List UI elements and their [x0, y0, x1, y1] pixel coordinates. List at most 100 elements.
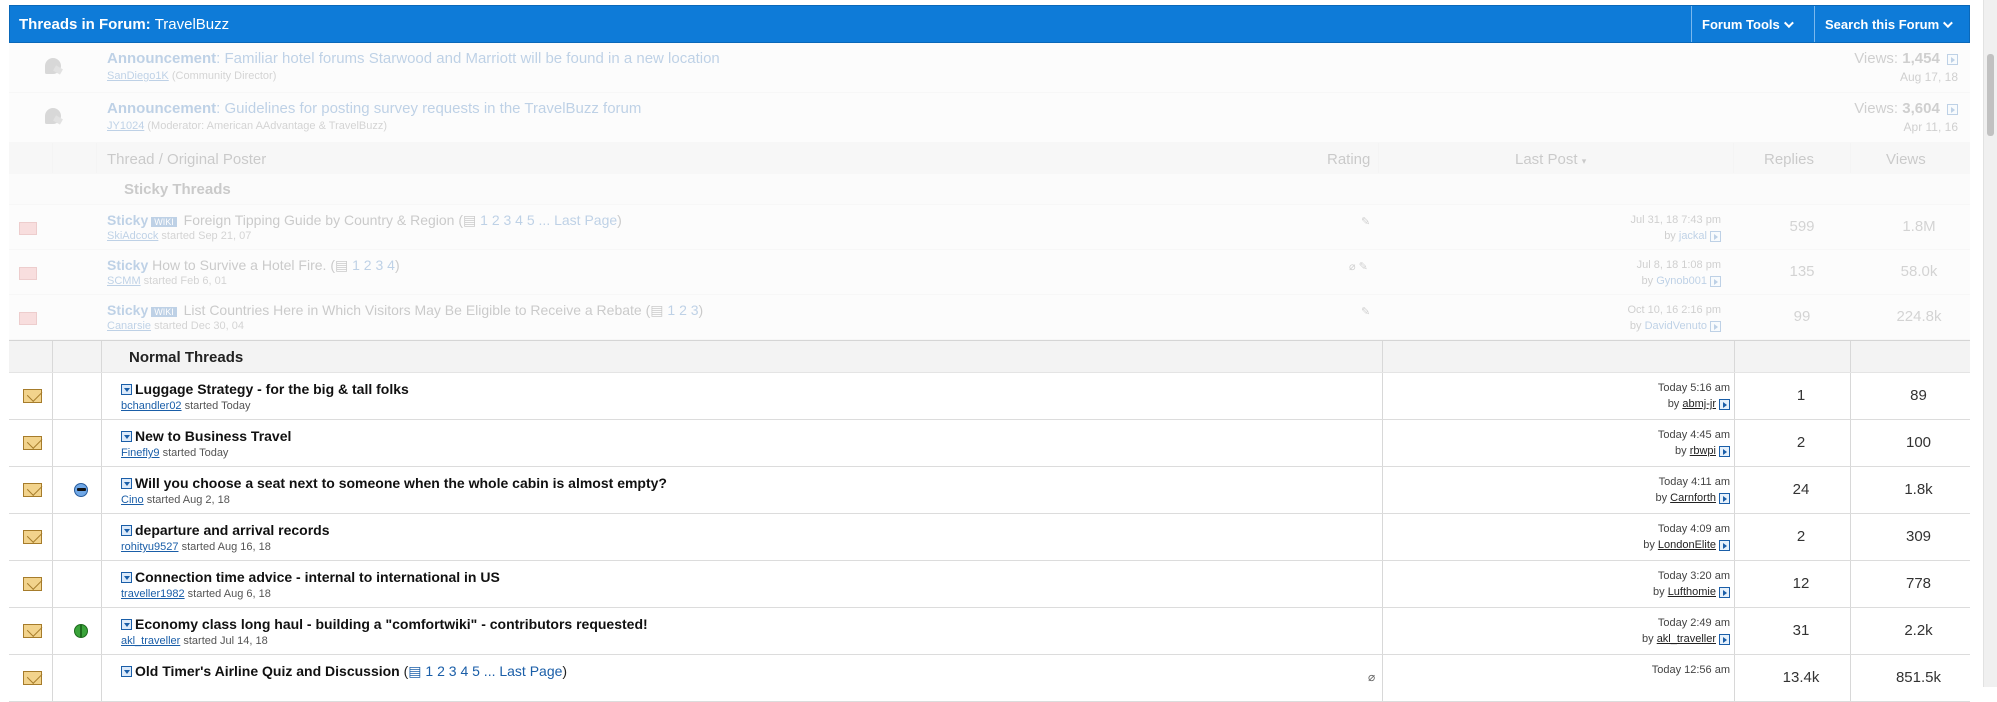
- announcement-title[interactable]: Announcement: Guidelines for posting sur…: [107, 100, 641, 117]
- last-post-author-link[interactable]: Lufthomie: [1668, 586, 1716, 598]
- last-post-author-link[interactable]: LondonElite: [1658, 539, 1716, 551]
- announcement-title[interactable]: Announcement: Familiar hotel forums Star…: [107, 50, 720, 67]
- search-forum-label: Search this Forum: [1825, 16, 1940, 32]
- forum-tools-button[interactable]: Forum Tools: [1691, 6, 1814, 42]
- go-to-first-unread-icon[interactable]: [121, 478, 132, 489]
- go-to-first-unread-icon[interactable]: [121, 384, 132, 395]
- thread-title-link[interactable]: List Countries Here in Which Visitors Ma…: [184, 302, 642, 318]
- go-to-last-post-icon[interactable]: [1719, 445, 1730, 457]
- announcement-views: Views: 3,604: [1854, 100, 1958, 117]
- replies-count[interactable]: 2: [1744, 528, 1858, 545]
- thread-author-link[interactable]: traveller1982: [121, 588, 185, 600]
- sticky-thread-title[interactable]: Sticky WIKI List Countries Here in Which …: [107, 302, 703, 319]
- go-to-last-post-icon[interactable]: [1710, 275, 1721, 287]
- column-last-post[interactable]: Last Post ▾: [1515, 151, 1586, 168]
- thread-title-link[interactable]: Luggage Strategy - for the big & tall fo…: [135, 381, 409, 397]
- announcement-label: Announcement: [107, 50, 217, 67]
- go-to-first-unread-icon[interactable]: [121, 666, 132, 677]
- go-to-announcement-icon[interactable]: [1947, 103, 1958, 115]
- last-post-author-link[interactable]: abmj-jr: [1682, 398, 1716, 410]
- go-to-announcement-icon[interactable]: [1947, 53, 1958, 65]
- thread-title-link[interactable]: departure and arrival records: [135, 522, 330, 538]
- go-to-first-unread-icon[interactable]: [121, 619, 132, 630]
- go-to-first-unread-icon[interactable]: [121, 431, 132, 442]
- thread-author-link[interactable]: SkiAdcock: [107, 230, 158, 242]
- column-replies[interactable]: Replies: [1764, 151, 1814, 168]
- thread-author-link[interactable]: Finefly9: [121, 447, 160, 459]
- sticky-thread-title[interactable]: Sticky How to Survive a Hotel Fire. (▤ 1…: [107, 257, 400, 274]
- announcement-row[interactable]: Announcement: Guidelines for posting sur…: [9, 93, 1970, 143]
- thread-title[interactable]: departure and arrival records: [121, 522, 330, 538]
- column-views[interactable]: Views: [1886, 151, 1926, 168]
- page-links[interactable]: 1 2 3 4 5 ... Last Page: [480, 212, 617, 228]
- thread-author-link[interactable]: bchandler02: [121, 400, 182, 412]
- thread-author-link[interactable]: Canarsie: [107, 320, 151, 332]
- sticky-thread-row[interactable]: Sticky WIKI Foreign Tipping Guide by Coun…: [9, 205, 1970, 250]
- last-post-author-link[interactable]: DavidVenuto: [1645, 320, 1707, 332]
- thread-author-link[interactable]: akl_traveller: [121, 635, 180, 647]
- thread-title-link[interactable]: Old Timer's Airline Quiz and Discussion: [135, 663, 400, 679]
- announcement-author-link[interactable]: JY1024: [107, 120, 144, 132]
- replies-count[interactable]: 2: [1744, 434, 1858, 451]
- thread-title-link[interactable]: Foreign Tipping Guide by Country & Regio…: [184, 212, 455, 228]
- thread-title[interactable]: Economy class long haul - building a "co…: [121, 616, 648, 632]
- go-to-last-post-icon[interactable]: [1719, 633, 1730, 645]
- sticky-thread-title[interactable]: Sticky WIKI Foreign Tipping Guide by Coun…: [107, 212, 622, 229]
- page-scrollbar[interactable]: [1983, 0, 1997, 687]
- go-to-last-post-icon[interactable]: [1719, 398, 1730, 410]
- scrollbar-thumb[interactable]: [1987, 54, 1994, 136]
- replies-count[interactable]: 31: [1744, 622, 1858, 639]
- last-post-time: Today 12:56 am: [1651, 664, 1730, 676]
- thread-title[interactable]: Will you choose a seat next to someone w…: [121, 475, 667, 491]
- announcement-author-link[interactable]: SanDiego1K: [107, 70, 169, 82]
- thread-row[interactable]: departure and arrival records rohityu9527…: [9, 514, 1970, 561]
- thread-title-link[interactable]: New to Business Travel: [135, 428, 291, 444]
- go-to-last-post-icon[interactable]: [1719, 492, 1730, 504]
- go-to-last-post-icon[interactable]: [1719, 539, 1730, 551]
- attachment-pin-icon: ⌀ ✎: [1349, 261, 1368, 273]
- thread-row[interactable]: Old Timer's Airline Quiz and Discussion …: [9, 655, 1970, 702]
- thread-row[interactable]: Economy class long haul - building a "co…: [9, 608, 1970, 655]
- column-thread[interactable]: Thread / Original Poster: [107, 151, 266, 168]
- replies-count[interactable]: 24: [1744, 481, 1858, 498]
- thread-author-line: Finefly9 started Today: [121, 447, 228, 459]
- thread-author-link[interactable]: Cino: [121, 494, 144, 506]
- thread-author-link[interactable]: rohityu9527: [121, 541, 179, 553]
- announcement-row[interactable]: Announcement: Familiar hotel forums Star…: [9, 43, 1970, 93]
- announcement-text[interactable]: Guidelines for posting survey requests i…: [225, 100, 642, 117]
- go-to-first-unread-icon[interactable]: [121, 525, 132, 536]
- thread-author-link[interactable]: SCMM: [107, 275, 141, 287]
- thread-title[interactable]: Connection time advice - internal to int…: [121, 569, 500, 585]
- last-post-author-link[interactable]: Gynob001: [1656, 275, 1707, 287]
- thread-row[interactable]: New to Business Travel Finefly9 started T…: [9, 420, 1970, 467]
- last-post-author-link[interactable]: jackal: [1679, 230, 1707, 242]
- last-post-author-link[interactable]: rbwpi: [1690, 445, 1716, 457]
- thread-row[interactable]: Connection time advice - internal to int…: [9, 561, 1970, 608]
- page-links[interactable]: 1 2 3 4: [352, 257, 395, 273]
- replies-count[interactable]: 12: [1744, 575, 1858, 592]
- thread-title[interactable]: Old Timer's Airline Quiz and Discussion …: [121, 663, 567, 680]
- thread-row[interactable]: Luggage Strategy - for the big & tall fo…: [9, 373, 1970, 420]
- thread-title-link[interactable]: Economy class long haul - building a "co…: [135, 616, 648, 632]
- go-to-last-post-icon[interactable]: [1710, 230, 1721, 242]
- last-post-author-link[interactable]: Carnforth: [1670, 492, 1716, 504]
- thread-title[interactable]: Luggage Strategy - for the big & tall fo…: [121, 381, 409, 397]
- thread-title-link[interactable]: Connection time advice - internal to int…: [135, 569, 500, 585]
- thread-row[interactable]: Will you choose a seat next to someone w…: [9, 467, 1970, 514]
- go-to-last-post-icon[interactable]: [1719, 586, 1730, 598]
- column-rating[interactable]: Rating: [1327, 151, 1370, 168]
- thread-title-link[interactable]: How to Survive a Hotel Fire.: [152, 257, 326, 273]
- replies-count[interactable]: 13.4k: [1744, 669, 1858, 686]
- go-to-first-unread-icon[interactable]: [121, 572, 132, 583]
- replies-count[interactable]: 1: [1744, 387, 1858, 404]
- page-links[interactable]: 1 2 3 4 5 ... Last Page: [425, 663, 562, 679]
- announcement-text[interactable]: Familiar hotel forums Starwood and Marri…: [225, 50, 720, 67]
- sticky-thread-row[interactable]: Sticky WIKI List Countries Here in Which …: [9, 295, 1970, 340]
- page-links[interactable]: 1 2 3: [667, 302, 698, 318]
- search-forum-button[interactable]: Search this Forum: [1814, 6, 1969, 42]
- last-post-author-link[interactable]: akl_traveller: [1657, 633, 1716, 645]
- thread-title[interactable]: New to Business Travel: [121, 428, 291, 444]
- thread-title-link[interactable]: Will you choose a seat next to someone w…: [135, 475, 667, 491]
- sticky-thread-row[interactable]: Sticky How to Survive a Hotel Fire. (▤ 1…: [9, 250, 1970, 295]
- go-to-last-post-icon[interactable]: [1710, 320, 1721, 332]
